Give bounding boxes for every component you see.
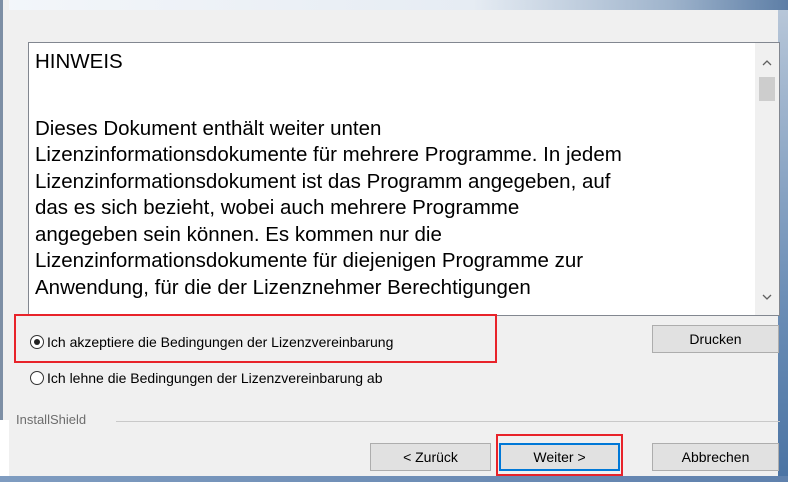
license-line: Lizenzinformationsdokumente für diejenig… [35, 249, 584, 272]
vertical-scrollbar[interactable] [755, 43, 779, 315]
license-line: Lizenzinformationsdokumente für mehrere … [35, 143, 622, 166]
license-text-box[interactable]: HINWEIS Dieses Dokument enthält weiter u… [28, 42, 780, 316]
cancel-button[interactable]: Abbrechen [652, 443, 779, 471]
footer-divider [116, 421, 780, 422]
scroll-down-icon[interactable] [755, 285, 779, 307]
accept-radio-icon[interactable] [30, 335, 44, 349]
desktop-background-bottom [0, 476, 788, 482]
license-line: das es sich bezieht, wobei auch mehrere … [35, 196, 520, 219]
scrollbar-thumb[interactable] [759, 77, 775, 101]
license-line: Lizenzinformationsdokument ist das Progr… [35, 169, 611, 193]
license-line: Dieses Dokument enthält weiter unten [35, 116, 382, 140]
accept-radio-option[interactable]: Ich akzeptiere die Bedingungen der Lizen… [30, 331, 393, 353]
chevron-down-icon [762, 294, 772, 300]
license-line: Anwendung, für die der Lizenznehmer Bere… [35, 275, 531, 299]
license-text: HINWEIS Dieses Dokument enthält weiter u… [35, 43, 753, 301]
license-line: angegeben sein können. Es kommen nur die [35, 222, 442, 246]
scroll-up-icon[interactable] [755, 51, 779, 73]
window-top-edge [0, 0, 788, 10]
back-button[interactable]: < Zurück [370, 443, 491, 471]
decline-radio-label[interactable]: Ich lehne die Bedingungen der Lizenzvere… [47, 370, 382, 386]
chevron-up-icon [762, 60, 772, 66]
accept-radio-label[interactable]: Ich akzeptiere die Bedingungen der Lizen… [47, 334, 393, 350]
decline-radio-option[interactable]: Ich lehne die Bedingungen der Lizenzvere… [30, 367, 382, 389]
installshield-group-label: InstallShield [16, 412, 87, 427]
next-button-highlight [496, 434, 623, 476]
print-button[interactable]: Drucken [652, 325, 779, 353]
license-heading: HINWEIS [35, 50, 123, 73]
decline-radio-icon[interactable] [30, 371, 44, 385]
